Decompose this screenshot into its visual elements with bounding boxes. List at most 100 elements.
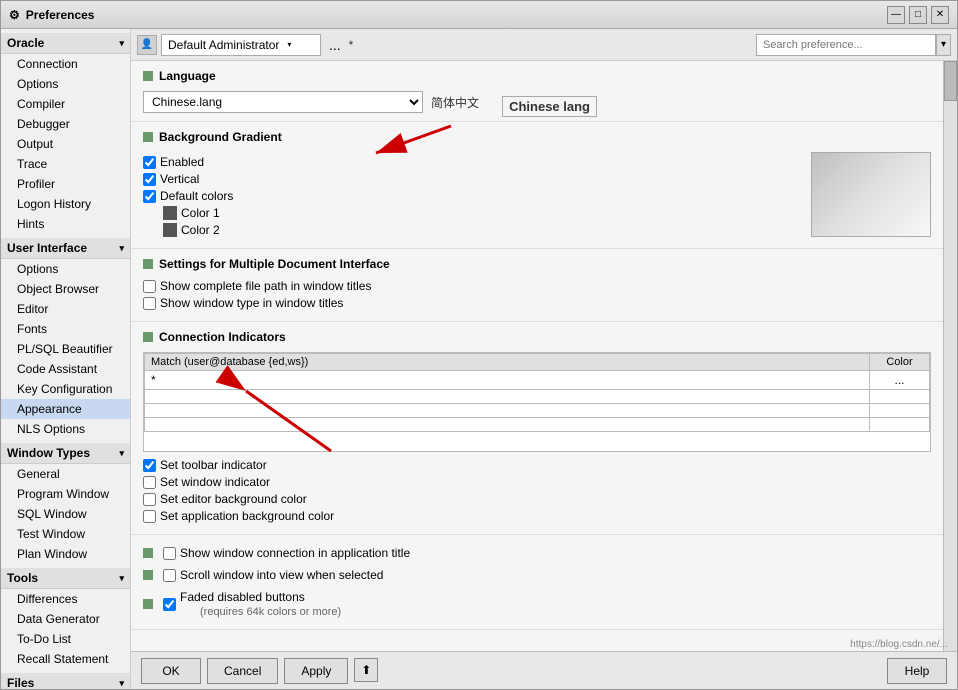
faded-disabled-label: Faded disabled buttons <box>180 590 305 604</box>
search-button[interactable]: ▾ <box>936 34 951 56</box>
sidebar-section-user-interface: User Interface ▾ Options Object Browser … <box>1 236 130 441</box>
dropdown-arrow-icon: ▾ <box>287 40 291 49</box>
mdi-title: Settings for Multiple Document Interface <box>143 257 931 271</box>
help-button[interactable]: Help <box>887 658 947 684</box>
sidebar-files-label: Files <box>7 676 34 689</box>
set-window-indicator-checkbox[interactable] <box>143 476 156 489</box>
sidebar-header-window-types[interactable]: Window Types ▾ <box>1 443 130 464</box>
sidebar-item-test-window[interactable]: Test Window <box>1 524 130 544</box>
sidebar-item-ui-options[interactable]: Options <box>1 259 130 279</box>
cancel-button[interactable]: Cancel <box>207 658 278 684</box>
show-window-type-row: Show window type in window titles <box>143 296 931 310</box>
sidebar-header-oracle[interactable]: Oracle ▾ <box>1 33 130 54</box>
chevron-down-icon: ▾ <box>119 38 124 49</box>
show-window-connection-checkbox[interactable] <box>163 547 176 560</box>
ci-empty-cell-3 <box>145 404 870 418</box>
ok-button[interactable]: OK <box>141 658 201 684</box>
ci-table-container: Match (user@database {ed,ws}) Color * ..… <box>143 352 931 452</box>
section-indicator-swc <box>143 548 153 558</box>
show-window-connection-label: Show window connection in application ti… <box>180 546 410 560</box>
color1-dot <box>163 206 177 220</box>
scroll-window-checkbox[interactable] <box>163 569 176 582</box>
sidebar-item-compiler[interactable]: Compiler <box>1 94 130 114</box>
close-button[interactable]: ✕ <box>931 6 949 24</box>
sidebar-item-profiler[interactable]: Profiler <box>1 174 130 194</box>
maximize-button[interactable]: □ <box>909 6 927 24</box>
section-indicator-mdi <box>143 259 153 269</box>
sidebar-item-general[interactable]: General <box>1 464 130 484</box>
sidebar-item-hints[interactable]: Hints <box>1 214 130 234</box>
language-dropdown[interactable]: Chinese.lang <box>143 91 423 113</box>
enabled-label: Enabled <box>160 155 204 169</box>
sidebar-item-debugger[interactable]: Debugger <box>1 114 130 134</box>
ci-empty-cell-4 <box>870 404 930 418</box>
sidebar-item-appearance[interactable]: Appearance <box>1 399 130 419</box>
section-indicator-faded <box>143 599 153 609</box>
apply-button[interactable]: Apply <box>284 658 348 684</box>
sidebar-item-plan-window[interactable]: Plan Window <box>1 544 130 564</box>
enabled-checkbox[interactable] <box>143 156 156 169</box>
sidebar-window-types-label: Window Types <box>7 446 90 460</box>
scrollbar-thumb[interactable] <box>944 61 957 101</box>
gradient-options: Enabled Vertical Default colors <box>143 152 799 240</box>
vertical-label: Vertical <box>160 172 199 186</box>
title-bar-controls: — □ ✕ <box>887 6 949 24</box>
sidebar-item-recall-statement[interactable]: Recall Statement <box>1 649 130 669</box>
sidebar-item-options[interactable]: Options <box>1 74 130 94</box>
faded-disabled-checkbox[interactable] <box>163 598 176 611</box>
sidebar-header-user-interface[interactable]: User Interface ▾ <box>1 238 130 259</box>
ci-cell-match: * <box>145 371 870 390</box>
search-input[interactable] <box>756 34 936 56</box>
sidebar-item-output[interactable]: Output <box>1 134 130 154</box>
connection-indicators-section: Connection Indicators Match (user@databa… <box>131 322 943 535</box>
set-window-indicator-row: Set window indicator <box>143 475 931 489</box>
background-gradient-section: Background Gradient Enabled Vertic <box>131 122 943 249</box>
sidebar-item-object-browser[interactable]: Object Browser <box>1 279 130 299</box>
sidebar-item-logon-history[interactable]: Logon History <box>1 194 130 214</box>
sidebar-item-program-window[interactable]: Program Window <box>1 484 130 504</box>
color1-label: Color 1 <box>181 206 220 220</box>
show-window-connection-row: Show window connection in application ti… <box>143 546 931 560</box>
sidebar-item-todo-list[interactable]: To-Do List <box>1 629 130 649</box>
scrollbar-track[interactable] <box>943 61 957 651</box>
chevron-down-icon-ui: ▾ <box>119 243 124 254</box>
show-full-path-checkbox[interactable] <box>143 280 156 293</box>
ci-empty-cell-2 <box>870 390 930 404</box>
gradient-options-row: Enabled Vertical Default colors <box>143 152 931 240</box>
color2-dot <box>163 223 177 237</box>
bg-gradient-title-text: Background Gradient <box>159 130 282 144</box>
profile-icon[interactable]: 👤 <box>137 35 157 55</box>
show-full-path-row: Show complete file path in window titles <box>143 279 931 293</box>
sidebar-header-files[interactable]: Files ▾ <box>1 673 130 689</box>
section-indicator-language <box>143 71 153 81</box>
language-title-text: Language <box>159 69 216 83</box>
set-app-bg-checkbox[interactable] <box>143 510 156 523</box>
sidebar-item-trace[interactable]: Trace <box>1 154 130 174</box>
sidebar-item-differences[interactable]: Differences <box>1 589 130 609</box>
set-editor-bg-checkbox[interactable] <box>143 493 156 506</box>
sidebar-item-code-assistant[interactable]: Code Assistant <box>1 359 130 379</box>
default-colors-checkbox[interactable] <box>143 190 156 203</box>
set-toolbar-indicator-checkbox[interactable] <box>143 459 156 472</box>
sidebar-item-sql-window[interactable]: SQL Window <box>1 504 130 524</box>
sidebar-item-data-generator[interactable]: Data Generator <box>1 609 130 629</box>
minimize-button[interactable]: — <box>887 6 905 24</box>
sidebar-item-key-configuration[interactable]: Key Configuration <box>1 379 130 399</box>
sidebar-item-connection[interactable]: Connection <box>1 54 130 74</box>
vertical-checkbox[interactable] <box>143 173 156 186</box>
sidebar-item-editor[interactable]: Editor <box>1 299 130 319</box>
chevron-down-icon-files: ▾ <box>119 678 124 689</box>
toolbar-more-button[interactable]: ... <box>325 37 345 53</box>
sidebar-item-nls-options[interactable]: NLS Options <box>1 419 130 439</box>
show-window-type-checkbox[interactable] <box>143 297 156 310</box>
extra-button[interactable]: ⬆ <box>354 658 378 682</box>
profile-dropdown[interactable]: Default Administrator ▾ <box>161 34 321 56</box>
sidebar-item-fonts[interactable]: Fonts <box>1 319 130 339</box>
bottom-bar: OK Cancel Apply ⬆ Help <box>131 651 957 689</box>
ci-header-color: Color <box>870 354 930 371</box>
sidebar-header-tools[interactable]: Tools ▾ <box>1 568 130 589</box>
color1-row: Color 1 <box>163 206 799 220</box>
sidebar-item-plsql-beautifier[interactable]: PL/SQL Beautifier <box>1 339 130 359</box>
set-toolbar-indicator-label: Set toolbar indicator <box>160 458 267 472</box>
bottom-checkboxes-section: Show window connection in application ti… <box>131 535 943 630</box>
